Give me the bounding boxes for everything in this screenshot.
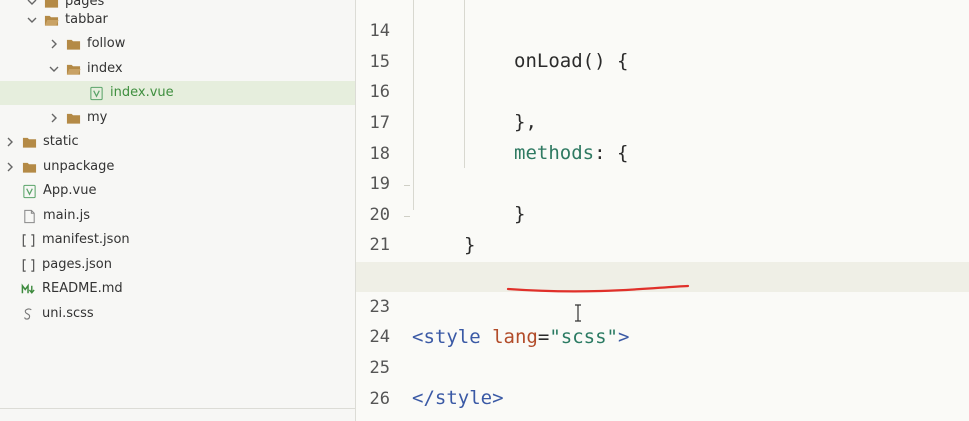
json-file-icon xyxy=(20,257,36,273)
tree-item-app-vue[interactable]: App.vue xyxy=(0,179,355,203)
folder-open-icon xyxy=(65,61,81,77)
line-number: 26 xyxy=(369,389,390,409)
tree-item-label: README.md xyxy=(42,281,123,296)
json-file-icon xyxy=(20,232,36,248)
markdown-file-icon xyxy=(20,281,36,297)
text-cursor-icon xyxy=(575,304,581,322)
tree-item-index-folder[interactable]: index xyxy=(0,57,355,81)
tree-item-label: tabbar xyxy=(65,12,108,27)
tree-item-follow[interactable]: follow xyxy=(0,32,355,56)
tree-item-label: uni.scss xyxy=(42,306,94,321)
code-line-26[interactable]: 26 xyxy=(356,354,969,409)
code-line-18[interactable]: 18 xyxy=(356,109,969,164)
tree-item-label: pages.json xyxy=(42,257,112,272)
chevron-right-icon[interactable] xyxy=(48,112,60,124)
folder-icon xyxy=(65,36,81,52)
annotation-underline xyxy=(506,284,690,293)
tree-item-tabbar[interactable]: tabbar xyxy=(0,8,355,32)
chevron-down-icon[interactable] xyxy=(48,63,60,75)
tree-item-label: main.js xyxy=(43,208,90,223)
tree-item-label: index xyxy=(87,61,123,76)
tree-item-label: App.vue xyxy=(43,183,97,198)
tree-item-label: unpackage xyxy=(43,159,115,174)
js-file-icon xyxy=(21,208,37,224)
tree-item-readme-md[interactable]: README.md xyxy=(0,277,355,301)
tree-item-main-js[interactable]: main.js xyxy=(0,204,355,228)
tree-item-pages-json[interactable]: pages.json xyxy=(0,253,355,277)
tree-item-label: follow xyxy=(87,36,126,51)
tree-item-my[interactable]: my xyxy=(0,106,355,130)
tag-name: style xyxy=(434,387,493,409)
vue-file-icon xyxy=(88,85,104,101)
code-line-22[interactable]: 22 xyxy=(356,231,969,286)
sidebar-divider xyxy=(0,408,355,409)
code-line-16[interactable]: 16 }, xyxy=(356,47,969,133)
tag-bracket: > xyxy=(492,387,504,409)
scss-file-icon xyxy=(20,306,36,322)
folder-icon xyxy=(65,110,81,126)
tree-item-label: manifest.json xyxy=(42,232,130,247)
tag-bracket: </ xyxy=(412,387,435,409)
code-line-25[interactable]: 25 </style> xyxy=(356,323,969,409)
code-line-15[interactable]: 15 xyxy=(356,17,969,72)
vue-file-icon xyxy=(21,183,37,199)
chevron-down-icon[interactable] xyxy=(26,0,38,8)
code-line-17[interactable]: 17 methods: { xyxy=(356,78,969,164)
code-line-21[interactable]: 21 </script> xyxy=(356,200,969,286)
code-line-19[interactable]: 19 } xyxy=(356,139,969,225)
folder-icon xyxy=(21,159,37,175)
code-line-14[interactable]: 14 onLoad() { xyxy=(356,0,969,72)
folder-icon xyxy=(21,134,37,150)
file-explorer: pages tabbar follow index index.vue my s… xyxy=(0,0,356,421)
tree-item-label: my xyxy=(87,110,108,125)
chevron-right-icon[interactable] xyxy=(48,38,60,50)
chevron-right-icon[interactable] xyxy=(4,161,16,173)
tree-item-unpackage[interactable]: unpackage xyxy=(0,155,355,179)
tree-item-index-vue[interactable]: index.vue xyxy=(0,81,355,105)
folder-open-icon xyxy=(43,12,59,28)
code-editor[interactable]: 14 onLoad() { 15 16 }, 17 methods: { 18 … xyxy=(356,0,969,421)
code-line-20[interactable]: 20 } xyxy=(356,170,969,256)
tree-item-manifest-json[interactable]: manifest.json xyxy=(0,228,355,252)
tree-item-uni-scss[interactable]: uni.scss xyxy=(0,302,355,326)
tree-item-label: static xyxy=(43,134,79,149)
chevron-down-icon[interactable] xyxy=(26,14,38,26)
chevron-right-icon[interactable] xyxy=(4,136,16,148)
tree-item-static[interactable]: static xyxy=(0,130,355,154)
tree-item-label: index.vue xyxy=(110,85,174,100)
code-text: </style> xyxy=(412,383,504,413)
